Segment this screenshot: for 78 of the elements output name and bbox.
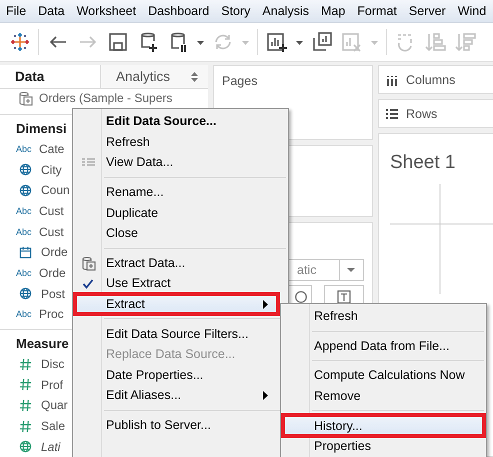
field-name[interactable]: Proc (39, 307, 64, 322)
menu-option[interactable]: Rename... (75, 182, 278, 202)
menu-item[interactable]: Server (402, 4, 452, 18)
number-sign-icon (19, 378, 32, 392)
duplicate-chart-icon[interactable] (311, 31, 333, 53)
menu-option[interactable]: Refresh (75, 132, 278, 152)
section-heading: Dimensi (16, 120, 67, 136)
section-heading: Measure (16, 336, 69, 351)
calendar-icon (19, 246, 32, 259)
shelf-label: Columns (406, 72, 456, 86)
string-type-icon: Abc (16, 206, 34, 216)
field-name[interactable]: Post (41, 286, 66, 301)
field-name[interactable]: Sale (41, 419, 66, 434)
menu-option[interactable]: Publish to Server... (75, 414, 278, 436)
submenu-arrow-icon (263, 390, 268, 400)
globe-icon (19, 163, 32, 176)
field-name[interactable]: Prof (41, 378, 64, 392)
rows-icon (386, 108, 398, 120)
number-sign-icon (19, 398, 32, 412)
menu-option[interactable]: Date Properties... (75, 364, 278, 386)
menu-option[interactable]: Duplicate (75, 202, 278, 223)
menu-item[interactable]: Format (351, 4, 403, 18)
menu-option[interactable]: Properties (283, 436, 484, 457)
string-type-icon: Abc (16, 268, 34, 278)
field-name[interactable]: Coun (41, 183, 70, 198)
globe-icon (19, 287, 32, 300)
card-title: Pages (222, 74, 258, 88)
menu-option[interactable]: Extract (75, 294, 278, 314)
menu-item[interactable]: Data (32, 4, 71, 18)
menu-item[interactable]: Dashboard (142, 4, 216, 18)
menu-option[interactable]: Compute Calculations Now (283, 365, 484, 386)
shelf-label: Rows (406, 106, 438, 120)
checkmark-icon (82, 278, 94, 290)
menu-option[interactable]: History... (283, 415, 484, 436)
add-chart-icon[interactable] (266, 31, 288, 53)
submenu-arrow-icon (263, 300, 268, 309)
text-icon (337, 290, 351, 304)
menu-option[interactable]: Refresh (283, 306, 484, 327)
logo-icon[interactable] (10, 32, 30, 52)
field-name[interactable]: Disc (41, 357, 64, 372)
menu-item[interactable]: Analysis (256, 4, 315, 18)
menu-option[interactable]: View Data... (75, 152, 278, 173)
menu-option[interactable]: Edit Data Source Filters... (75, 323, 278, 344)
menu-item[interactable]: Story (215, 4, 256, 18)
field-name[interactable]: Quar (41, 398, 68, 412)
number-sign-icon (19, 358, 32, 371)
data-source-name[interactable]: Orders (Sample - Supers (39, 91, 172, 106)
columns-icon (386, 74, 398, 86)
string-type-icon: Abc (16, 226, 34, 237)
menu-item[interactable]: Worksheet (70, 4, 142, 18)
globe-icon (19, 440, 32, 454)
field-name[interactable]: City (41, 162, 62, 177)
field-name[interactable]: Lati (41, 440, 60, 454)
field-name[interactable]: Cust (39, 224, 64, 239)
field-name[interactable]: Orde (41, 245, 68, 260)
save-icon[interactable] (107, 31, 129, 53)
field-name[interactable]: Orde (39, 266, 66, 280)
menu-option[interactable]: Edit Data Source... (75, 111, 278, 132)
field-name[interactable]: Cate (39, 142, 64, 156)
menu-item[interactable]: Map (314, 4, 352, 18)
menu-option[interactable]: Edit Aliases... (75, 385, 278, 406)
menu-option[interactable]: Close (75, 222, 278, 244)
menu-option[interactable]: Append Data from File... (283, 336, 484, 356)
menu-option[interactable]: Remove (283, 386, 484, 406)
menu-item[interactable]: Wind (452, 4, 492, 18)
table-icon (82, 158, 94, 168)
pane-tab[interactable]: Analytics (100, 65, 208, 88)
string-type-icon: Abc (16, 144, 34, 154)
up-down-arrows-icon (191, 72, 198, 82)
menu-item[interactable]: File (0, 4, 32, 18)
string-type-icon: Abc (16, 309, 34, 320)
circle-icon (295, 291, 307, 303)
database-extract-icon (80, 256, 96, 272)
database-icon (18, 91, 33, 106)
number-sign-icon (19, 420, 32, 433)
sheet-title: Sheet 1 (390, 152, 456, 174)
field-name[interactable]: Cust (39, 204, 64, 218)
globe-icon (19, 184, 32, 197)
